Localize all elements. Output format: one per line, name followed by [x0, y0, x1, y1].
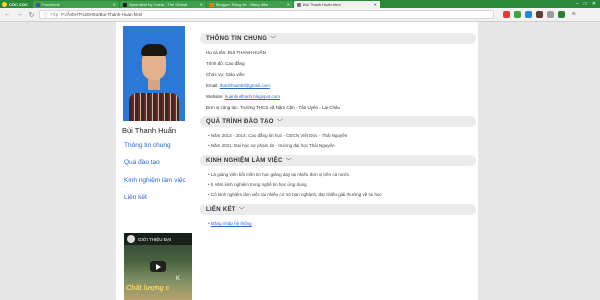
menu-icon[interactable]: ≡ [569, 10, 578, 19]
profile-name: Bùi Thanh Huấn [122, 126, 177, 135]
embedded-video[interactable]: GIỚI THIỆU ĐẠI K Chất lượng c [124, 233, 192, 300]
chevron-down-icon: ﹀ [285, 159, 292, 165]
chevron-down-icon: ﹀ [276, 120, 284, 126]
forward-icon[interactable]: → [15, 10, 24, 19]
section-title: LIÊN KẾT [206, 206, 236, 213]
tab-label: Speedtest by Ookla - The Global [129, 2, 187, 7]
tab-speedtest[interactable]: Speedtest by Ookla - The Global ✕ [120, 1, 206, 8]
coccoc-icon [2, 1, 7, 7]
chevron-down-icon: ﹀ [238, 208, 246, 214]
list-item: 5 năm kinh nghiệm trong nghề tin học ứng… [208, 182, 307, 187]
info-key: Website: [206, 94, 225, 99]
website-link[interactable]: huanbuithanh.blogspot.com [225, 94, 280, 99]
window-controls: – □ ✕ [576, 0, 600, 8]
section-header-general[interactable]: THÔNG TIN CHUNG ﹀ [200, 33, 476, 44]
profile-photo [123, 26, 185, 121]
info-key: Họ và tên: [206, 50, 228, 55]
extension-blue-icon[interactable] [525, 11, 532, 18]
list-item: Có kinh nghiệm làm việc tại nhiều cơ sở … [208, 192, 382, 197]
address-bar[interactable]: ⓘ Tệp F:/ẢnhHT%20HSo/Bui-Thanh-Huan.html [39, 10, 494, 19]
close-tab-icon[interactable]: ✕ [113, 2, 116, 7]
sidebar-link-education[interactable]: Quá đào tạo [124, 159, 160, 166]
info-row-position: Chức vụ: Giáo viên [206, 72, 245, 77]
list-item: Năm 2021: Đại học sư phạm tin - trường đ… [208, 143, 335, 148]
reload-icon[interactable]: ↻ [27, 10, 36, 19]
section-header-education[interactable]: QUÁ TRÌNH ĐÀO TẠO ﹀ [200, 116, 476, 127]
blogger-icon [210, 2, 214, 7]
photo-hair [141, 44, 167, 56]
video-overlay-title: Chất lượng c [126, 285, 170, 292]
extension-leaf-icon[interactable] [558, 11, 565, 18]
video-overlay-text: K [176, 276, 181, 282]
browser-logo[interactable]: CỐC CỐC [0, 0, 33, 8]
tab-label: Facebook [42, 2, 60, 7]
info-value: Trường THCS xã Nậm Cần - Tân Uyên - Lai … [239, 105, 341, 110]
info-key: Trình độ: [206, 61, 226, 66]
close-window-icon[interactable]: ✕ [592, 1, 596, 7]
section-title: KINH NGHIỆM LÀM VIỆC [206, 157, 283, 164]
email-link[interactable]: thanhhuanbt@gmail.com [220, 83, 270, 88]
tab-blogger[interactable]: Blogger: Bảng tin - Bảng điều ✕ [207, 1, 293, 8]
play-icon[interactable] [150, 261, 166, 272]
extensions-bar: ≡ [503, 10, 578, 19]
section-title: THÔNG TIN CHUNG [206, 35, 268, 42]
maximize-icon[interactable]: □ [584, 1, 587, 7]
speedtest-icon [123, 2, 127, 7]
photo-shirt [129, 93, 179, 121]
back-icon[interactable]: ← [3, 10, 12, 19]
minimize-icon[interactable]: – [576, 1, 579, 7]
extension-gray-icon[interactable] [547, 11, 554, 18]
url-protocol: Tệp [50, 12, 59, 17]
info-key: Chức vụ: [206, 72, 226, 77]
channel-logo-icon [127, 235, 135, 243]
extension-red-icon[interactable] [503, 11, 510, 18]
close-tab-icon[interactable]: ✕ [200, 2, 203, 7]
list-item: Năm 2013 - 2014: Cao đẳng tin học - CĐCN… [208, 133, 347, 138]
browser-toolbar: ← → ↻ ⓘ Tệp F:/ẢnhHT%20HSo/Bui-Thanh-Hua… [0, 8, 600, 22]
profile-page: Bùi Thanh Huấn Thông tin chung Quá đào t… [116, 22, 478, 300]
info-value: BÙI THANH HUẤN [227, 50, 266, 55]
video-title: GIỚI THIỆU ĐẠI [138, 236, 172, 242]
tab-facebook[interactable]: Facebook ✕ [33, 1, 119, 8]
facebook-icon [36, 2, 40, 7]
info-key: Đơn vị công tác: [206, 105, 240, 110]
browser-brand: CỐC CỐC [9, 1, 28, 7]
close-tab-icon[interactable]: ✕ [374, 2, 377, 7]
chevron-down-icon: ﹀ [270, 37, 277, 43]
tab-label: Bùi Thanh Huấn.html [303, 2, 341, 7]
info-key: Email: [206, 83, 220, 88]
sidebar-link-general[interactable]: Thông tin chung [124, 142, 171, 149]
extension-green-icon[interactable] [514, 11, 521, 18]
login-link[interactable]: Đăng nhập hệ thống [211, 221, 252, 226]
info-row-name: Họ và tên: BÙI THANH HUẤN [206, 50, 266, 55]
file-icon [297, 2, 301, 7]
info-icon: ⓘ [43, 11, 48, 17]
section-header-experience[interactable]: KINH NGHIỆM LÀM VIỆC ﹀ [200, 155, 476, 166]
section-title: QUÁ TRÌNH ĐÀO TẠO [206, 118, 274, 125]
tab-label: Blogger: Bảng tin - Bảng điều [216, 2, 269, 7]
sidebar-link-links[interactable]: Liên kết [124, 194, 147, 201]
section-header-links[interactable]: LIÊN KẾT ﹀ [200, 204, 476, 215]
browser-tab-bar: CỐC CỐC Facebook ✕ Speedtest by Ookla - … [0, 0, 600, 8]
sidebar-link-experience[interactable]: Kinh nghiệm làm việc [124, 177, 186, 184]
close-tab-icon[interactable]: ✕ [287, 2, 290, 7]
list-item: Là giảng viên bồi mồn tin học giảng dạy … [208, 172, 351, 177]
info-row-workplace: Đơn vị công tác: Trường THCS xã Nậm Cần … [206, 105, 340, 110]
info-value: Cao đẳng [225, 61, 245, 66]
url-text: F:/ẢnhHT%20HSo/Bui-Thanh-Huan.html [61, 12, 143, 17]
video-header: GIỚI THIỆU ĐẠI [124, 233, 192, 245]
list-item: Đăng nhập hệ thống [208, 221, 252, 226]
info-value: Giáo viên [225, 72, 245, 77]
extension-brown-icon[interactable] [536, 11, 543, 18]
tab-profile-page[interactable]: Bùi Thanh Huấn.html ✕ [294, 1, 380, 8]
info-row-email: Email: thanhhuanbt@gmail.com [206, 83, 270, 88]
info-row-website: Website: huanbuithanh.blogspot.com [206, 94, 280, 99]
info-row-level: Trình độ: Cao đẳng [206, 61, 245, 66]
